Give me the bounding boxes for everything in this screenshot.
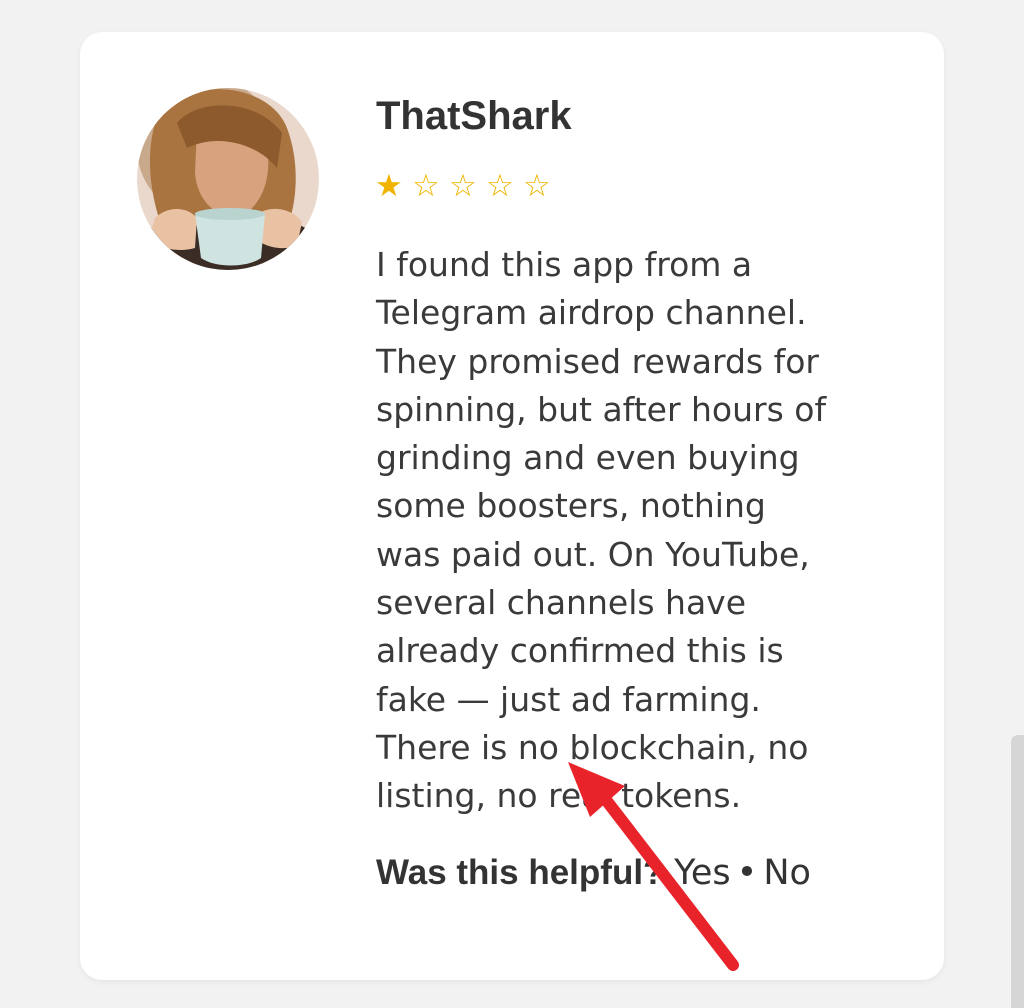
avatar-photo-icon (137, 88, 319, 270)
review-line: I found this app from a (376, 245, 753, 284)
star-filled-icon: ★ (375, 168, 403, 204)
review-line: listing, no real tokens. (376, 776, 742, 816)
scrollbar[interactable] (1011, 735, 1024, 1008)
helpful-question: Was this helpful? (376, 853, 665, 892)
helpful-prompt: Was this helpful? Yes • No (376, 849, 811, 897)
review-line: already confirmed this is (376, 631, 784, 671)
star-rating: ★ ☆ ☆ ☆ ☆ (375, 166, 560, 206)
review-line: Telegram airdrop channel. (376, 293, 807, 333)
reviewer-name: ThatShark (376, 94, 572, 138)
helpful-separator: • (736, 853, 758, 893)
review-line: There is no blockchain, no (376, 727, 809, 767)
star-empty-icon: ☆ (449, 168, 477, 204)
avatar[interactable] (137, 88, 319, 270)
review-body: I found this app from a Telegram airdrop… (376, 241, 896, 821)
review-line: They promised rewards for (376, 341, 819, 381)
star-empty-icon: ☆ (486, 168, 514, 204)
review-line: fake — just ad farming. (376, 679, 761, 719)
page: ThatShark ★ ☆ ☆ ☆ ☆ I found this app fro… (0, 0, 1024, 1008)
star-empty-icon: ☆ (412, 168, 440, 204)
review-line: grinding and even buying (376, 438, 800, 478)
review-line: spinning, but after hours of (376, 389, 827, 429)
helpful-no-link[interactable]: No (763, 853, 811, 893)
review-line: several channels have (376, 583, 747, 623)
review-line: some boosters, nothing (376, 486, 766, 526)
star-empty-icon: ☆ (523, 168, 551, 204)
review-line: was paid out. On YouTube, (376, 534, 810, 574)
helpful-yes-link[interactable]: Yes (674, 853, 731, 893)
